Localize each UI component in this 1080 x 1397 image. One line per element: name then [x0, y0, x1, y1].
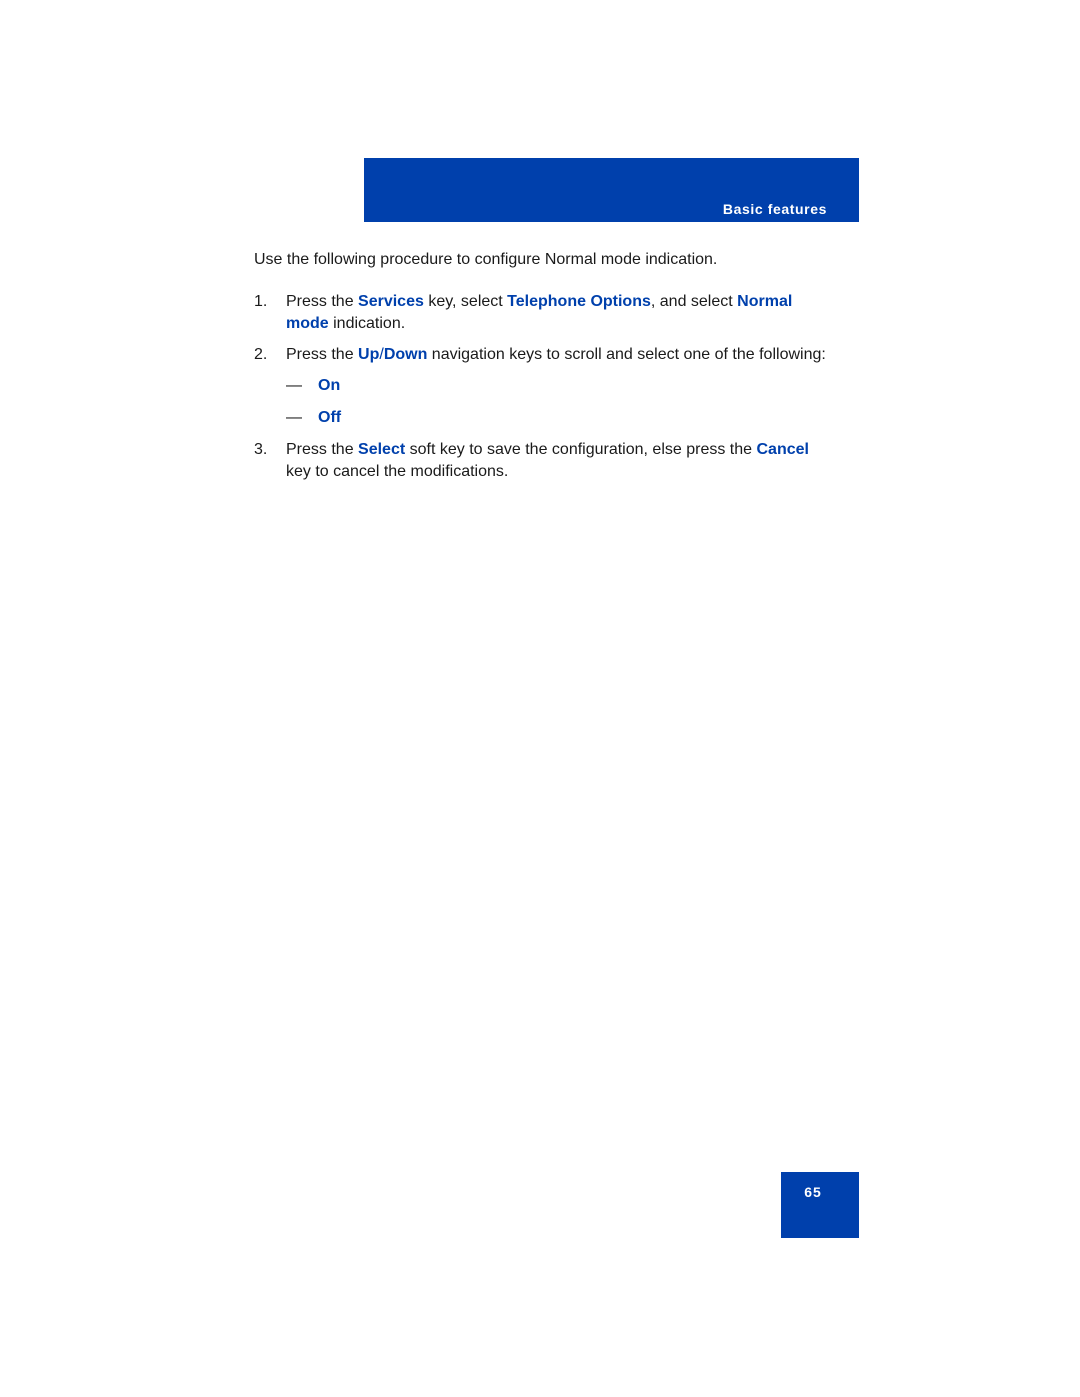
section-header-bar: Basic features [364, 158, 859, 222]
procedure-step-2: 2. Press the Up/Down navigation keys to … [254, 344, 834, 366]
procedure-step-3: 3. Press the Select soft key to save the… [254, 439, 834, 483]
option-label-on: On [318, 377, 341, 394]
step-number: 2. [254, 346, 268, 363]
step-text: soft key to save the configuration, else… [405, 441, 757, 458]
step-number: 1. [254, 293, 268, 310]
dash-bullet: — [286, 409, 302, 426]
page-number-box: 65 [781, 1172, 859, 1238]
keyword-select: Select [358, 441, 406, 458]
option-label-off: Off [318, 409, 342, 426]
dash-bullet: — [286, 377, 302, 394]
step-number: 3. [254, 441, 268, 458]
intro-text: Use the following procedure to configure… [254, 251, 718, 268]
step-text: key to cancel the modifications. [286, 463, 509, 480]
option-list: — On — Off [254, 375, 834, 429]
keyword-cancel: Cancel [756, 441, 809, 458]
option-item-off: — Off [254, 407, 834, 429]
option-item-on: — On [254, 375, 834, 397]
section-title: Basic features [722, 201, 827, 217]
step-text: Press the [286, 346, 359, 363]
step-text: indication. [328, 315, 406, 332]
step-text: Press the [286, 441, 359, 458]
step-text: Press the [286, 293, 359, 310]
keyword-services: Services [358, 293, 424, 310]
keyword-telephone-options: Telephone Options [507, 293, 651, 310]
step-text: key, select [423, 293, 508, 310]
procedure-content: Use the following procedure to configure… [254, 249, 834, 492]
step-text: , and select [650, 293, 738, 310]
keyword-up: Up [358, 346, 380, 363]
page-number: 65 [804, 1184, 822, 1200]
step-text: navigation keys to scroll and select one… [427, 346, 826, 363]
keyword-down: Down [383, 346, 428, 363]
procedure-step-1: 1. Press the Services key, select Teleph… [254, 291, 834, 335]
